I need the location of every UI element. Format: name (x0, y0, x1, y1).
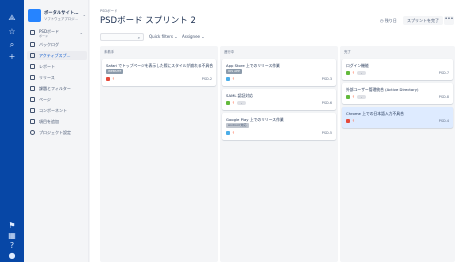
issue-label: WEBSITE (106, 69, 124, 74)
profile-icon[interactable]: ● (0, 252, 24, 260)
notifications-icon[interactable]: ⚑ (0, 222, 24, 230)
quick-filters-dropdown[interactable]: Quick filters ⌄ (149, 34, 178, 39)
issue-label: IOS APP (226, 69, 242, 74)
story-icon (226, 101, 230, 105)
issue-card[interactable]: Safari でトップページを表示した際にスタイルが崩れる不具合 WEBSITE… (102, 59, 216, 86)
priority-high-icon: ↑ (232, 131, 235, 135)
pages-icon (30, 97, 35, 102)
priority-high-icon: ↑ (112, 77, 115, 81)
story-icon (346, 95, 350, 99)
priority-high-icon: ↑ (232, 77, 235, 81)
sidebar-item-project-settings[interactable]: プロジェクト設定 (27, 128, 87, 137)
sidebar-item-add-item[interactable]: 項目を追加 (27, 117, 87, 126)
issue-label: Android 対応 (226, 123, 249, 128)
column-todo: 未着手 Safari でトップページを表示した際にスタイルが崩れる不具合 WEB… (100, 46, 218, 262)
issue-key[interactable]: PSD-5 (322, 131, 332, 135)
reports-icon (30, 64, 35, 69)
issue-card[interactable]: 外部ユーザー管理統合 (Active Directory) ↑ - PSD-8 (342, 83, 453, 104)
column-in-progress: 進行中 App Store 上でのリリース作業 IOS APP ↑ PSD-3 … (220, 46, 338, 262)
active-sprint-icon (30, 53, 35, 58)
issue-key[interactable]: PSD-8 (439, 95, 449, 99)
issue-card[interactable]: SAML 認証対応 ↑ - PSD-6 (222, 89, 336, 110)
settings-icon (30, 130, 35, 135)
chevron-down-icon: ⌄ (82, 12, 86, 17)
project-header[interactable]: ボータルサイト… ソフトウェアプロジ… ⌄ (28, 9, 86, 25)
search-icon: ⌕ (137, 35, 140, 40)
issue-title: 外部ユーザー管理統合 (Active Directory) (346, 87, 419, 92)
issue-card[interactable]: Chrome 上での日本語入力不具合 ↑ PSD-4 (342, 107, 453, 128)
apps-icon[interactable]: ▦ (0, 232, 24, 240)
atlassian-logo-icon[interactable]: ⟁ (0, 14, 24, 22)
components-icon (30, 108, 35, 113)
task-icon (226, 131, 230, 135)
issue-key[interactable]: PSD-4 (439, 119, 449, 123)
column-header: 未着手 (104, 50, 115, 54)
priority-high-icon: ↑ (352, 95, 355, 99)
sidebar-item-active-sprint[interactable]: アクティブスプ… (27, 51, 87, 60)
add-item-icon (30, 119, 35, 124)
help-icon[interactable]: ? (0, 242, 24, 250)
issue-title: ログイン機能 (346, 63, 369, 68)
chevron-down-icon: ⌄ (79, 30, 83, 35)
sidebar-item-board[interactable]: PSDボード ボード ⌄ (27, 28, 87, 38)
page-title: PSDボード スプリント 2 (100, 16, 196, 26)
sidebar-item-label: バックログ (39, 42, 59, 47)
sidebar-item-label: プロジェクト設定 (39, 130, 71, 135)
issue-key[interactable]: PSD-7 (439, 71, 449, 75)
sidebar-item-pages[interactable]: ページ (27, 95, 87, 104)
task-icon (226, 77, 230, 81)
estimate-badge: - (237, 101, 246, 105)
estimate-badge: - (357, 95, 366, 99)
estimate-badge: - (357, 71, 366, 75)
issue-key[interactable]: PSD-6 (322, 101, 332, 105)
bug-icon (346, 119, 350, 123)
priority-high-icon: ↑ (352, 71, 355, 75)
bug-icon (106, 77, 110, 81)
more-actions-button[interactable]: ••• (444, 16, 454, 25)
sidebar-item-releases[interactable]: リリース (27, 73, 87, 82)
sidebar-item-reports[interactable]: レポート (27, 62, 87, 71)
issue-card[interactable]: ログイン機能 ↑ - PSD-7 (342, 59, 453, 80)
priority-high-icon: ↑ (232, 101, 235, 105)
board-icon (30, 30, 35, 35)
column-header: 完了 (344, 50, 351, 54)
star-icon[interactable]: ☆ (0, 28, 24, 36)
project-sidebar: ボータルサイト… ソフトウェアプロジ… ⌄ PSDボード ボード ⌄ バックログ… (24, 0, 89, 262)
project-avatar (28, 9, 41, 22)
issue-title: Chrome 上での日本語入力不具合 (346, 111, 404, 116)
sidebar-item-label: コンポーネント (39, 108, 67, 113)
sidebar-item-label: 課題とフィルター (39, 86, 71, 91)
sidebar-item-label: アクティブスプ… (39, 53, 71, 58)
issue-card[interactable]: Google Play 上でのリリース作業 Android 対応 ↑ PSD-5 (222, 113, 336, 140)
sidebar-item-backlog[interactable]: バックログ (27, 40, 87, 49)
backlog-icon (30, 42, 35, 47)
issue-key[interactable]: PSD-2 (202, 77, 212, 81)
complete-sprint-button[interactable]: スプリントを完了 (403, 16, 443, 25)
sidebar-item-issues-filters[interactable]: 課題とフィルター (27, 84, 87, 93)
global-nav-rail: ⟁ ☆ ⌕ + ⚑ ▦ ? ● (0, 0, 24, 262)
project-type: ソフトウェアプロジ… (44, 17, 78, 21)
sidebar-item-label: リリース (39, 75, 55, 80)
story-icon (346, 71, 350, 75)
time-remaining: ◷ 残り日 (380, 18, 397, 23)
issue-title: SAML 認証対応 (226, 93, 253, 98)
search-icon[interactable]: ⌕ (0, 41, 24, 49)
sidebar-item-components[interactable]: コンポーネント (27, 106, 87, 115)
issues-filters-icon (30, 86, 35, 91)
sidebar-item-label: レポート (39, 64, 55, 69)
board-main: PSDボード PSDボード スプリント 2 ◷ 残り日 スプリントを完了 •••… (90, 0, 457, 262)
issue-key[interactable]: PSD-3 (322, 77, 332, 81)
sidebar-item-sublabel: ボード (39, 34, 49, 38)
sidebar-item-label: ページ (39, 97, 51, 102)
search-input[interactable]: ⌕ (100, 33, 144, 41)
assignee-dropdown[interactable]: Assignee ⌄ (182, 34, 205, 39)
create-icon[interactable]: + (0, 53, 24, 61)
priority-high-icon: ↑ (352, 119, 355, 123)
sidebar-item-label: 項目を追加 (39, 119, 59, 124)
column-done: 完了 ログイン機能 ↑ - PSD-7 外部ユーザー管理統合 (Active D… (340, 46, 455, 262)
releases-icon (30, 75, 35, 80)
issue-card[interactable]: App Store 上でのリリース作業 IOS APP ↑ PSD-3 (222, 59, 336, 86)
column-header: 進行中 (224, 50, 235, 54)
